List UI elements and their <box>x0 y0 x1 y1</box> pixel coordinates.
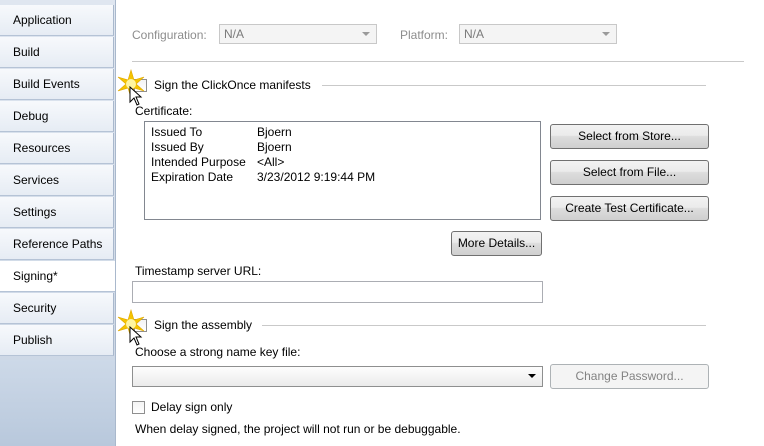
cert-value: <All> <box>257 155 285 169</box>
delay-sign-label[interactable]: Delay sign only <box>151 400 232 414</box>
sidebar-filler <box>0 360 115 446</box>
tab-services[interactable]: Services <box>0 165 114 196</box>
tab-build-events[interactable]: Build Events <box>0 69 114 100</box>
select-from-store-button[interactable]: Select from Store... <box>550 124 709 149</box>
key-file-label: Choose a strong name key file: <box>135 345 301 359</box>
dropdown-arrow-icon <box>602 32 610 36</box>
configuration-value: N/A <box>224 27 245 41</box>
sign-manifests-label[interactable]: Sign the ClickOnce manifests <box>154 78 311 92</box>
delay-sign-note: When delay signed, the project will not … <box>135 422 461 436</box>
tab-build[interactable]: Build <box>0 37 114 68</box>
platform-value: N/A <box>464 27 485 41</box>
tab-publish[interactable]: Publish <box>0 325 114 356</box>
tab-debug[interactable]: Debug <box>0 101 114 132</box>
cert-key: Issued To <box>151 125 203 139</box>
certificate-label: Certificate: <box>135 104 193 118</box>
configuration-label: Configuration: <box>132 28 207 42</box>
more-details-button[interactable]: More Details... <box>451 231 542 256</box>
config-divider <box>132 61 744 62</box>
cert-value: 3/23/2012 9:19:44 PM <box>257 170 376 184</box>
tab-application[interactable]: Application <box>0 5 114 36</box>
change-password-button[interactable]: Change Password... <box>550 364 709 389</box>
cursor-icon <box>129 326 143 346</box>
platform-label: Platform: <box>400 28 449 42</box>
create-test-certificate-button[interactable]: Create Test Certificate... <box>550 196 709 221</box>
tab-resources[interactable]: Resources <box>0 133 114 164</box>
manifests-divider <box>322 85 706 86</box>
delay-sign-checkbox[interactable] <box>132 401 145 414</box>
tab-security[interactable]: Security <box>0 293 114 324</box>
tab-signing[interactable]: Signing* <box>0 261 116 292</box>
cert-value: Bjoern <box>257 125 292 139</box>
cert-key: Intended Purpose <box>151 155 246 169</box>
certificate-details-box: Issued To Bjoern Issued By Bjoern Intend… <box>144 121 541 220</box>
timestamp-url-label: Timestamp server URL: <box>135 264 262 278</box>
key-file-combo[interactable] <box>132 366 543 387</box>
select-from-file-button[interactable]: Select from File... <box>550 160 709 185</box>
property-tabs: Application Build Build Events Debug Res… <box>0 0 116 446</box>
tab-settings[interactable]: Settings <box>0 197 114 228</box>
cursor-icon <box>129 86 143 106</box>
assembly-divider <box>262 325 706 326</box>
platform-combo[interactable]: N/A <box>459 24 617 44</box>
cert-value: Bjoern <box>257 140 292 154</box>
dropdown-arrow-icon <box>362 32 370 36</box>
timestamp-url-input[interactable] <box>132 281 543 303</box>
cert-key: Expiration Date <box>151 170 234 184</box>
tab-reference-paths[interactable]: Reference Paths <box>0 229 114 260</box>
dropdown-arrow-icon <box>528 374 536 378</box>
configuration-combo[interactable]: N/A <box>219 24 377 44</box>
sign-assembly-label[interactable]: Sign the assembly <box>154 318 252 332</box>
cert-key: Issued By <box>151 140 204 154</box>
